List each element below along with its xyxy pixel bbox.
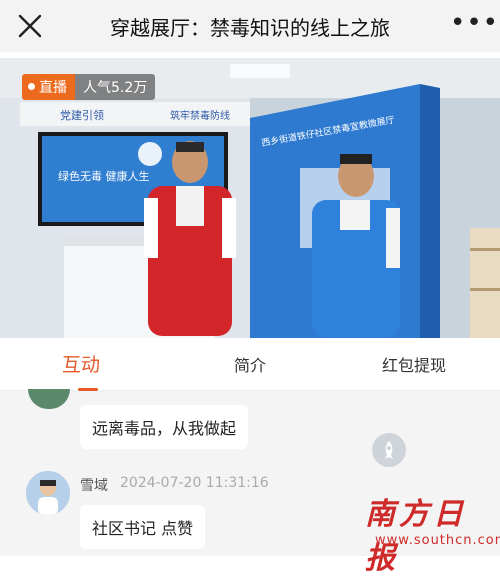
username: 雪域 bbox=[80, 478, 108, 494]
more-options-button[interactable]: ••• bbox=[450, 10, 498, 38]
live-label: 直播 bbox=[39, 80, 67, 96]
message-timestamp: 2024-07-20 11:31:16 bbox=[120, 475, 269, 491]
content-tabs: 互动 简介 红包提现 bbox=[0, 338, 500, 391]
user-avatar[interactable] bbox=[26, 471, 70, 515]
watermark-url: www.southcn.com bbox=[375, 533, 500, 548]
chat-message-bubble: 社区书记 点赞 bbox=[80, 505, 206, 549]
popularity-count: 人气5.2万 bbox=[75, 74, 156, 100]
close-icon bbox=[18, 14, 42, 38]
page-title: 穿越展厅：禁毒知识的线上之旅 bbox=[110, 16, 390, 40]
watermark-logo: 南方日报 www.southcn.com bbox=[365, 489, 500, 576]
banner-left-text: 党建引领 bbox=[60, 108, 104, 122]
chat-feed[interactable]: 远离毒品，从我做起 雪域 2024-07-20 11:31:16 社区书记 点赞… bbox=[0, 389, 500, 576]
live-dot-icon bbox=[28, 83, 35, 90]
avatar bbox=[28, 389, 70, 409]
live-tag: 直播 bbox=[22, 74, 75, 100]
close-button[interactable] bbox=[14, 10, 46, 42]
top-nav-bar: 穿越展厅：禁毒知识的线上之旅 ••• bbox=[0, 0, 500, 52]
rocket-icon[interactable] bbox=[372, 433, 406, 467]
tab-intro[interactable]: 简介 bbox=[234, 352, 266, 376]
live-badge: 直播 人气5.2万 bbox=[22, 74, 156, 100]
video-frame: 党建引领 筑牢禁毒防线 绿色无毒 健康人生 西乡街道铁仔社区禁毒宣教微展厅 bbox=[0, 58, 500, 338]
tab-interaction[interactable]: 互动 bbox=[62, 350, 100, 377]
live-video-player[interactable]: 党建引领 筑牢禁毒防线 绿色无毒 健康人生 西乡街道铁仔社区禁毒宣教微展厅 直播… bbox=[0, 58, 500, 338]
ceiling-light bbox=[230, 64, 290, 78]
chat-message-bubble: 远离毒品，从我做起 bbox=[80, 405, 249, 449]
tv-screen-text: 绿色无毒 健康人生 bbox=[58, 169, 150, 183]
tab-red-packet-withdraw[interactable]: 红包提现 bbox=[382, 352, 446, 376]
banner-right-text: 筑牢禁毒防线 bbox=[170, 109, 230, 122]
